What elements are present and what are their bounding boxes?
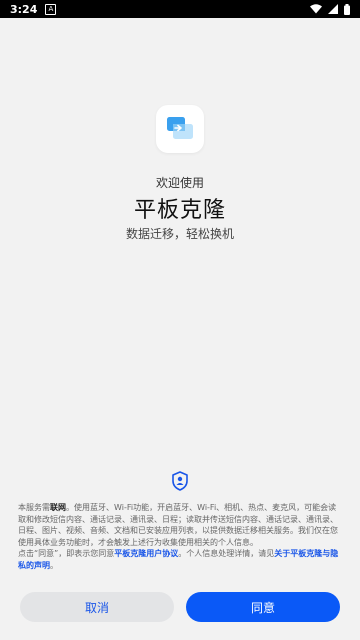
shield-user-icon	[172, 471, 188, 491]
notification-icon: A	[45, 3, 57, 15]
notice-paragraph-agreement: 点击“同意”，即表示您同意平板克隆用户协议。个人信息处理详情，请见关于平板克隆与…	[18, 549, 339, 570]
signal-icon	[328, 4, 338, 14]
battery-icon	[344, 3, 350, 15]
status-bar: 3:24 A	[0, 0, 360, 18]
welcome-text: 欢迎使用	[155, 176, 204, 190]
agree-button[interactable]: 同意	[186, 592, 340, 622]
notice-paragraph-permissions: 本服务需联网。使用蓝牙、Wi-Fi功能，开启蓝牙、Wi-Fi、相机、热点、麦克风…	[18, 503, 338, 547]
status-icons	[310, 3, 350, 15]
clone-app-icon	[156, 105, 204, 153]
app-title: 平板克隆	[133, 198, 226, 223]
status-time: 3:24	[10, 2, 38, 16]
wifi-icon	[310, 4, 322, 14]
permission-notice: 本服务需联网。使用蓝牙、Wi-Fi功能，开启蓝牙、Wi-Fi、相机、热点、麦克风…	[18, 502, 342, 571]
user-agreement-link[interactable]: 平板克隆用户协议	[114, 549, 178, 558]
cancel-button[interactable]: 取消	[20, 592, 174, 622]
network-required: 联网	[50, 503, 66, 512]
app-subtitle: 数据迁移，轻松换机	[125, 227, 234, 241]
